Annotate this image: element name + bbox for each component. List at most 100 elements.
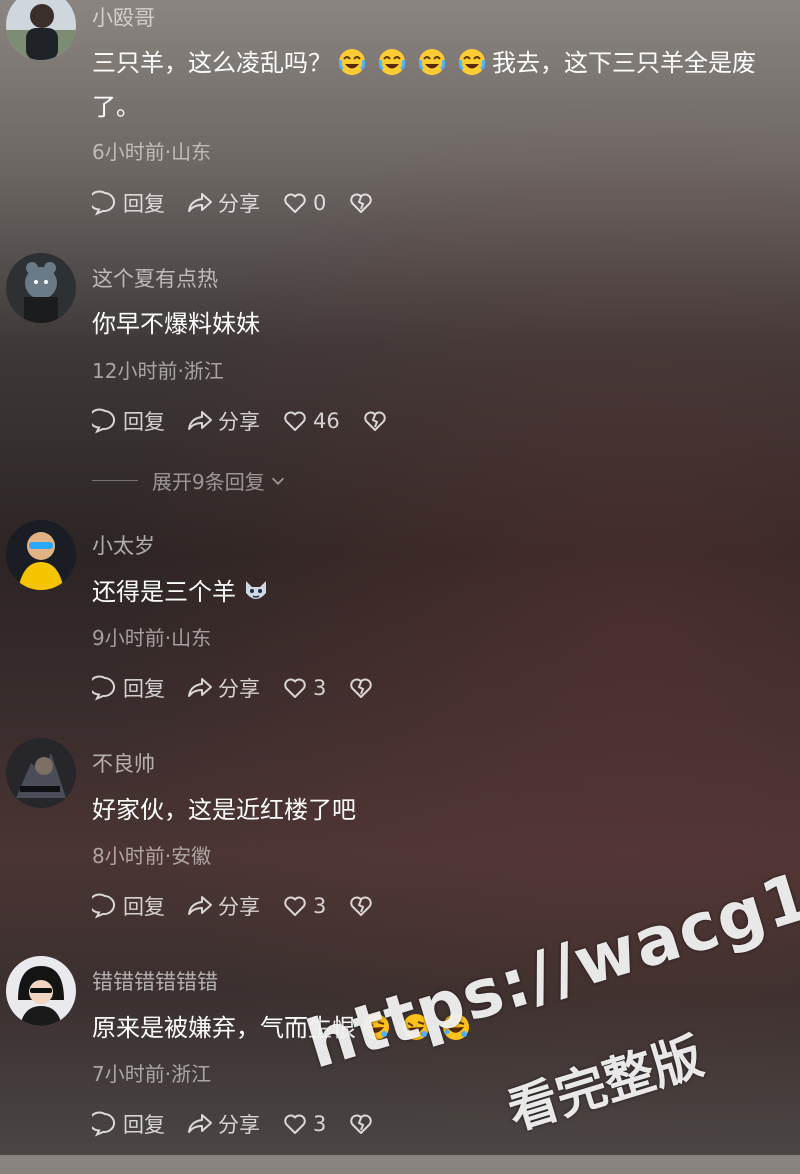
timestamp-location: 12小时前·浙江 [92,359,224,383]
share-icon [188,411,212,430]
avatar[interactable] [6,253,76,323]
username[interactable]: 这个夏有点热 [92,263,218,293]
comment-icon [92,893,115,919]
share-icon [188,193,212,212]
dislike-button[interactable] [348,675,374,701]
comment-item: 这个夏有点热 你早不爆料妹妹 12小时前·浙江 回复 分享 46 [0,250,800,470]
share-button[interactable]: 分享 [187,891,260,921]
share-label: 分享 [218,677,260,701]
expand-replies-label: 展开9条回复 [152,470,265,494]
divider [92,480,138,481]
like-count: 0 [313,191,327,215]
comment-item: 错错错错错错 原来是被嫌弃，气而生恨 7小时前·浙江 回复 分享 3 [0,954,800,1174]
share-label: 分享 [218,895,260,919]
comment-text: 三只羊，这么凌乱吗？ 我去，这下三只羊全是废了。 [92,41,792,129]
reply-label: 回复 [123,410,165,434]
share-button[interactable]: 分享 [187,406,260,436]
reply-label: 回复 [123,192,165,216]
dislike-button[interactable] [348,1111,374,1137]
reply-button[interactable]: 回复 [92,673,165,703]
heart-icon [284,1114,306,1134]
share-icon [188,1114,212,1133]
like-button[interactable]: 46 [282,408,340,434]
dislike-button[interactable] [348,190,374,216]
share-label: 分享 [218,192,260,216]
comment-actions: 回复 分享 46 [92,406,410,436]
comment-icon [92,675,115,701]
laugh-cry-emoji [458,48,486,76]
comment-actions: 回复 分享 3 [92,891,396,921]
timestamp-location: 8小时前·安徽 [92,844,212,868]
broken-heart-icon [363,411,386,431]
avatar[interactable] [6,0,76,60]
like-count: 3 [313,676,327,700]
comment-item: 不良帅 好家伙，这是近红楼了吧 8小时前·安徽 回复 分享 3 [0,736,800,956]
avatar[interactable] [6,738,76,808]
comment-text: 还得是三个羊 [92,570,792,614]
reply-label: 回复 [123,677,165,701]
laugh-cry-emoji [418,48,446,76]
share-label: 分享 [218,1113,260,1137]
comment-icon [92,190,115,216]
comment-text: 原来是被嫌弃，气而生恨 [92,1006,792,1050]
share-button[interactable]: 分享 [187,1109,260,1139]
reply-button[interactable]: 回复 [92,891,165,921]
heart-icon [284,896,306,916]
comment-item: 小殴哥 三只羊，这么凌乱吗？ 我去，这下三只羊全是废了。 6小时前·山东 回复 分… [0,0,800,220]
share-label: 分享 [218,410,260,434]
broken-heart-icon [350,193,373,213]
username[interactable]: 小殴哥 [92,2,155,32]
username[interactable]: 错错错错错错 [92,966,218,996]
heart-icon [284,193,306,213]
share-icon [188,896,212,915]
rofl-emoji [402,1013,430,1041]
comment-icon [92,1111,115,1137]
like-count: 46 [313,409,340,433]
share-button[interactable]: 分享 [187,673,260,703]
comment-item: 小太岁 还得是三个羊 9小时前·山东 回复 分享 3 [0,518,800,738]
rofl-emoji [442,1013,470,1041]
share-button[interactable]: 分享 [187,188,260,218]
comment-text-start: 还得是三个羊 [92,578,236,606]
wolf-emoji [242,577,270,605]
laugh-cry-emoji [338,48,366,76]
username[interactable]: 小太岁 [92,530,155,560]
comment-actions: 回复 分享 0 [92,188,396,218]
reply-label: 回复 [123,1113,165,1137]
comment-text: 你早不爆料妹妹 [92,310,260,338]
rofl-emoji [362,1013,390,1041]
like-button[interactable]: 3 [282,893,326,919]
comment-text: 好家伙，这是近红楼了吧 [92,796,356,824]
like-button[interactable]: 0 [282,190,326,216]
reply-label: 回复 [123,895,165,919]
timestamp-location: 6小时前·山东 [92,140,212,164]
expand-replies-button[interactable]: 展开9条回复 [92,466,287,495]
comment-actions: 回复 分享 3 [92,673,396,703]
chevron-down-icon [271,477,284,485]
comment-actions: 回复 分享 3 [92,1109,396,1139]
reply-button[interactable]: 回复 [92,1109,165,1139]
dislike-button[interactable] [348,893,374,919]
laugh-cry-emoji [378,48,406,76]
broken-heart-icon [350,896,373,916]
reply-button[interactable]: 回复 [92,188,165,218]
avatar[interactable] [6,956,76,1026]
reply-button[interactable]: 回复 [92,406,165,436]
like-count: 3 [313,894,327,918]
share-icon [188,678,212,697]
dislike-button[interactable] [362,408,388,434]
heart-icon [284,411,306,431]
comment-icon [92,408,115,434]
heart-icon [284,678,306,698]
comment-text-start: 三只羊，这么凌乱吗？ [92,49,332,77]
username[interactable]: 不良帅 [92,748,155,778]
broken-heart-icon [350,1114,373,1134]
timestamp-location: 9小时前·山东 [92,626,212,650]
like-count: 3 [313,1112,327,1136]
broken-heart-icon [350,678,373,698]
like-button[interactable]: 3 [282,675,326,701]
avatar[interactable] [6,520,76,590]
comment-text-start: 原来是被嫌弃，气而生恨 [92,1014,356,1042]
timestamp-location: 7小时前·浙江 [92,1062,212,1086]
like-button[interactable]: 3 [282,1111,326,1137]
